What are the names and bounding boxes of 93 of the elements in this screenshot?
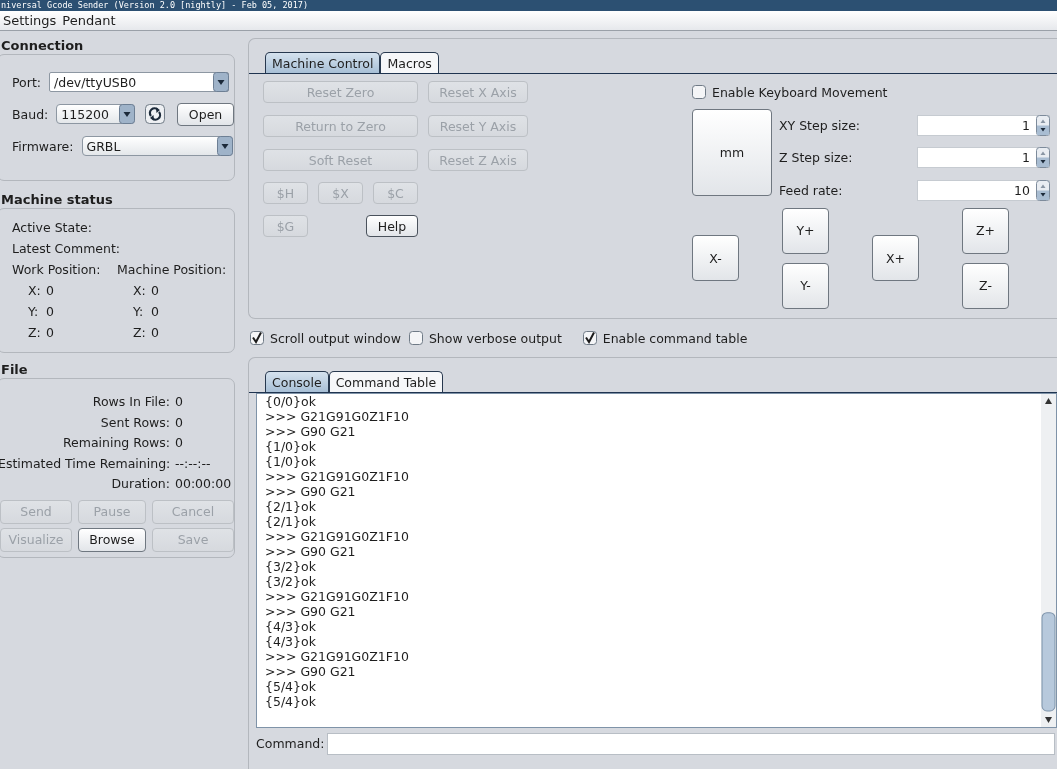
jog-button[interactable]: X+ [872, 235, 919, 281]
checkbox[interactable] [408, 331, 423, 345]
console-line: {2/1}ok [265, 514, 317, 529]
number-field[interactable]: 10 [917, 179, 1050, 201]
tab[interactable]: Command Table [328, 371, 444, 392]
axis-label: Y: [28, 303, 40, 321]
firmware-dropdown[interactable]: GRBL [81, 136, 233, 156]
axis-value: 0 [46, 325, 54, 340]
field-label: XY Step size: [779, 117, 862, 133]
section-heading: File [0, 362, 29, 378]
spinner-arrows-icon[interactable] [1036, 147, 1050, 169]
axis-label: Y: [133, 303, 145, 321]
baud-dropdown[interactable]: 115200 [56, 104, 136, 124]
units-button[interactable]: mm [692, 109, 772, 196]
console-line: {1/0}ok [265, 439, 317, 454]
checkbox[interactable] [582, 331, 597, 345]
open-button[interactable]: Open [177, 102, 234, 126]
axis-value: 0 [151, 325, 159, 340]
console-line: {0/0}ok [265, 394, 317, 409]
checkbox[interactable] [692, 85, 706, 99]
stat-value: --:--:-- [174, 454, 211, 473]
console-line: {3/2}ok [265, 574, 317, 589]
stat-value: 00:00:00 [174, 475, 232, 494]
console-line: >>> G21G91G0Z1F10 [265, 409, 410, 424]
field-label: Z Step size: [779, 150, 854, 166]
console-line: >>> G90 G21 [265, 664, 357, 679]
status-label: Latest Comment: [12, 240, 122, 258]
checkbox-label: Scroll output window [270, 330, 401, 346]
console-line: >>> G21G91G0Z1F10 [265, 469, 410, 484]
field-label: Feed rate: [779, 182, 844, 198]
checkbox-label: Show verbose output [428, 330, 562, 346]
axis-label: X: [133, 282, 147, 300]
status-label: Active State: [12, 219, 93, 237]
stat-label: Rows In File: [91, 393, 170, 411]
section-heading: Connection [0, 38, 85, 54]
console-line: {3/2}ok [265, 559, 317, 574]
console-line: >>> G90 G21 [265, 424, 357, 439]
tab[interactable]: Macros [380, 52, 439, 73]
axis-label: X: [28, 282, 42, 300]
section-heading: Machine status [0, 192, 114, 208]
console-line: {5/4}ok [265, 694, 317, 709]
checkbox-label: Enable Keyboard Movement [712, 84, 888, 100]
tab[interactable]: Console [265, 371, 329, 392]
help-button[interactable]: Help [366, 215, 418, 237]
jog-button[interactable]: Z- [962, 262, 1009, 309]
number-field[interactable]: 1 [917, 114, 1050, 136]
console-line: {4/3}ok [265, 634, 317, 649]
console-line: {1/0}ok [265, 454, 317, 469]
jog-button[interactable]: X- [692, 235, 739, 281]
axis-value: 0 [151, 283, 159, 298]
field-label: Command: [256, 736, 325, 751]
refresh-icon[interactable] [145, 104, 166, 124]
spinner-arrows-icon[interactable] [1036, 179, 1050, 201]
checkbox[interactable] [250, 331, 264, 345]
jog-button[interactable]: Z+ [962, 207, 1009, 254]
console-line: >>> G21G91G0Z1F10 [265, 649, 410, 664]
console-line: >>> G21G91G0Z1F10 [265, 589, 410, 604]
console-line: >>> G90 G21 [265, 544, 357, 559]
spinner-arrows-icon[interactable] [1036, 114, 1050, 136]
window-title: niversal Gcode Sender (Version 2.0 [nightly] - Feb 05, 2017) [0, 0, 310, 11]
file-button[interactable]: Browse [78, 527, 146, 552]
field-label: Firmware: [12, 138, 74, 154]
command-field[interactable] [327, 732, 1055, 755]
axis-label: Z: [133, 324, 147, 342]
console-line: >>> G21G91G0Z1F10 [265, 529, 410, 544]
stat-value: 0 [174, 434, 183, 453]
stat-label: Remaining Rows: [61, 434, 170, 453]
console-line: {5/4}ok [265, 679, 317, 694]
axis-value: 0 [46, 304, 54, 319]
stat-label: Estimated Time Remaining: [0, 454, 170, 473]
console-line: {2/1}ok [265, 499, 317, 514]
stat-label: Duration: [110, 475, 170, 494]
console-line: {4/3}ok [265, 619, 317, 634]
jog-button[interactable]: Y- [782, 262, 829, 309]
checkbox-label: Enable command table [602, 330, 748, 346]
stat-value: 0 [174, 393, 183, 411]
axis-value: 0 [46, 283, 54, 298]
field-label: Port: [12, 74, 41, 90]
axis-label: Z: [28, 324, 42, 342]
console-line: >>> G90 G21 [265, 484, 357, 499]
tab[interactable]: Machine Control [265, 52, 381, 73]
stat-value: 0 [174, 413, 183, 432]
console-line: >>> G90 G21 [265, 604, 357, 619]
stat-label: Sent Rows: [99, 413, 170, 432]
jog-button[interactable]: Y+ [782, 207, 829, 254]
scrollbar[interactable] [1041, 394, 1056, 727]
field-label: Baud: [12, 106, 49, 122]
axis-value: 0 [151, 304, 159, 319]
port-dropdown[interactable]: /dev/ttyUSB0 [49, 72, 229, 92]
number-field[interactable]: 1 [917, 147, 1050, 169]
position-label: Work Position: [12, 261, 102, 279]
menu-item[interactable]: Pendant [59, 13, 119, 28]
menu-item[interactable]: Settings [0, 13, 60, 28]
